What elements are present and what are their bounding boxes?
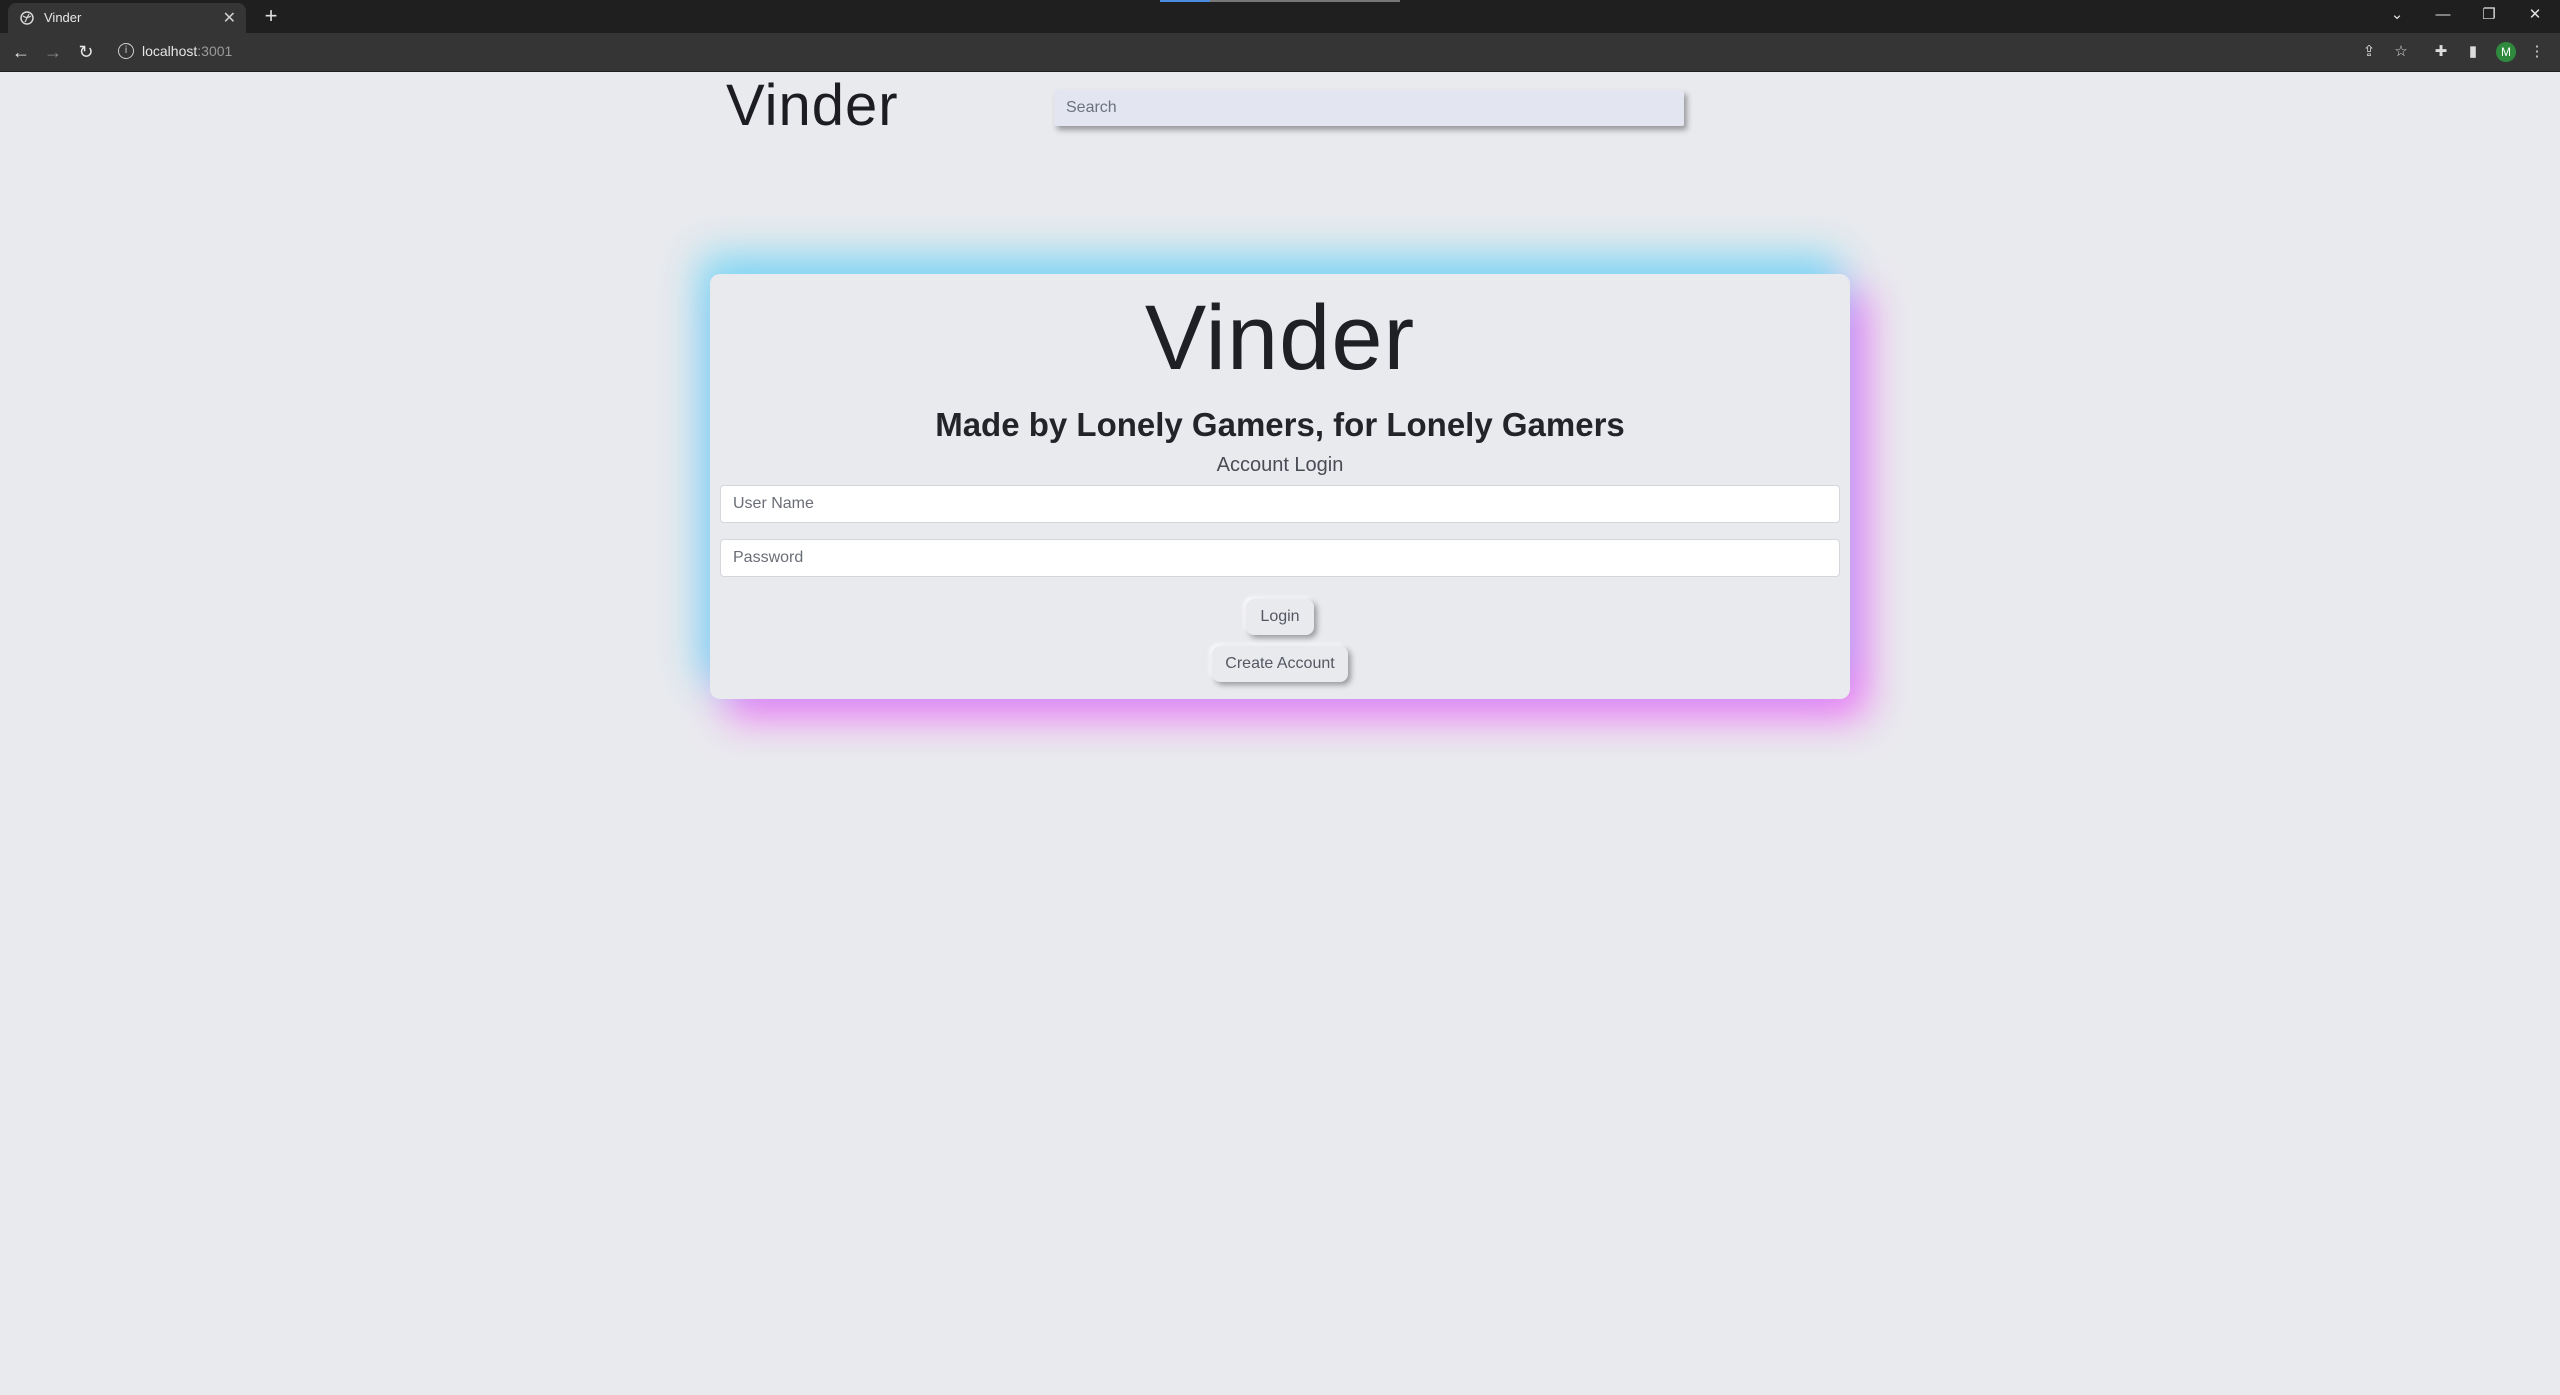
login-button[interactable]: Login [1246,599,1314,635]
arrow-left-icon[interactable]: ← [10,41,32,63]
create-account-button[interactable]: Create Account [1212,646,1348,682]
close-icon[interactable]: ✕ [223,8,236,28]
globe-icon [20,11,34,25]
card-title: Vinder [1144,287,1416,389]
browser-tab-bar: Vinder ✕ + ⌄ — ❐ ✕ [0,0,2560,33]
tagline: Made by Lonely Gamers, for Lonely Gamers [935,406,1625,443]
url-host: localhost [142,43,198,59]
info-icon[interactable]: i [118,43,134,59]
tab-title: Vinder [44,10,82,25]
section-title: Account Login [1216,454,1344,476]
arrow-right-icon[interactable]: → [42,41,64,63]
minimize-icon[interactable]: — [2420,0,2466,30]
chevron-down-icon[interactable]: ⌄ [2374,0,2420,30]
star-icon[interactable]: ☆ [2392,43,2410,61]
avatar[interactable]: M [2496,42,2516,62]
login-card: Vinder Made by Lonely Gamers, for Lonely… [710,274,1850,699]
browser-toolbar: ← → ↻ i localhost:3001 ⇪ ☆ ✚ ▮ M ⋮ [0,33,2560,72]
username-field[interactable] [720,485,1840,523]
restore-icon[interactable]: ❐ [2466,0,2512,30]
puzzle-icon[interactable]: ✚ [2432,43,2450,61]
plus-icon[interactable]: + [258,3,284,29]
share-icon[interactable]: ⇪ [2360,43,2378,61]
password-field[interactable] [720,539,1840,577]
tab-strip-indicator [1160,0,1400,2]
url-port: :3001 [197,43,233,59]
kebab-menu-icon[interactable]: ⋮ [2528,43,2546,61]
browser-tab[interactable]: Vinder ✕ [8,3,246,33]
address-bar[interactable]: i localhost:3001 [110,37,2360,67]
url-text: localhost:3001 [142,43,232,59]
side-panel-icon[interactable]: ▮ [2464,43,2482,61]
site-brand[interactable]: Vinder [726,72,899,139]
search-input[interactable] [1054,90,1684,126]
window-close-icon[interactable]: ✕ [2512,0,2558,30]
reload-icon[interactable]: ↻ [75,41,97,63]
